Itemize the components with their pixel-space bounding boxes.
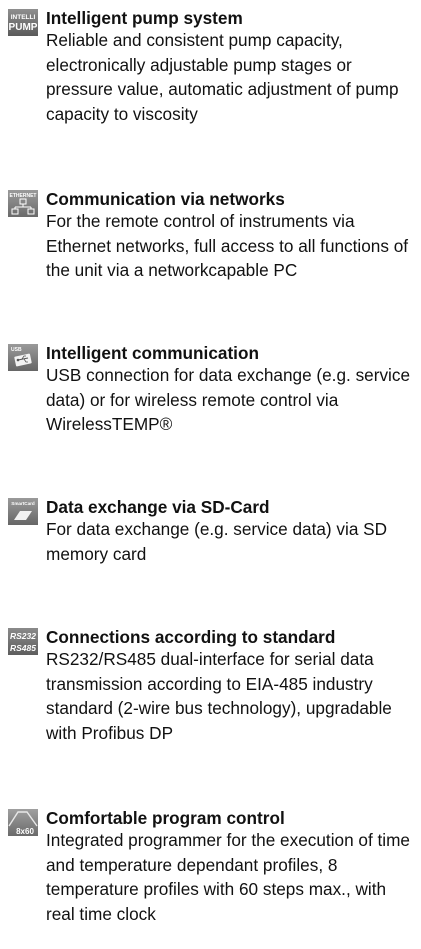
svg-text:INTELLI: INTELLI [11,14,36,21]
svg-text:RS485: RS485 [10,643,36,653]
ethernet-network-icon: ETHERNET [8,190,38,217]
svg-text:ETHERNET: ETHERNET [10,193,37,199]
feature-description: Reliable and consistent pump capacity, e… [46,30,399,124]
usb-icon: USB [8,344,38,371]
feature-title: Connections according to standard [46,627,336,647]
feature-intelligent-pump: INTELLI PUMP Intelligent pump system Rel… [8,8,418,126]
feature-description: USB connection for data exchange (e.g. s… [46,365,411,435]
feature-description: RS232/RS485 dual-interface for serial da… [46,649,392,743]
feature-title: Communication via networks [46,189,285,209]
feature-data-exchange-sd: SmartCard Data exchange via SD-Card For … [8,497,418,566]
svg-text:8x60: 8x60 [16,827,34,836]
feature-title: Intelligent pump system [46,8,243,28]
feature-description: For data exchange (e.g. service data) vi… [46,519,388,564]
feature-description: Integrated programmer for the execution … [46,830,410,924]
rs232-rs485-icon: RS232 RS485 [8,628,38,655]
feature-connections-standard: RS232 RS485 Connections according to sta… [8,627,418,745]
smartcard-icon: SmartCard [8,498,38,525]
feature-title: Data exchange via SD-Card [46,497,270,517]
feature-intelligent-communication: USB Intelligent communication USB connec… [8,343,418,437]
feature-page: { "features": [ { "icon": "intelli-pump-… [0,0,421,949]
feature-program-control: 8x60 Comfortable program control Integra… [8,808,418,926]
svg-text:RS232: RS232 [10,631,36,641]
intelli-pump-icon: INTELLI PUMP [8,9,38,36]
svg-text:SmartCard: SmartCard [11,501,35,506]
feature-title: Intelligent communication [46,343,259,363]
program-control-8x60-icon: 8x60 [8,809,38,836]
feature-description: For the remote control of instruments vi… [46,211,409,281]
feature-communication-networks: ETHERNET Communication via networks For … [8,189,418,283]
svg-text:PUMP: PUMP [9,22,38,33]
feature-title: Comfortable program control [46,808,285,828]
svg-text:USB: USB [11,347,22,353]
